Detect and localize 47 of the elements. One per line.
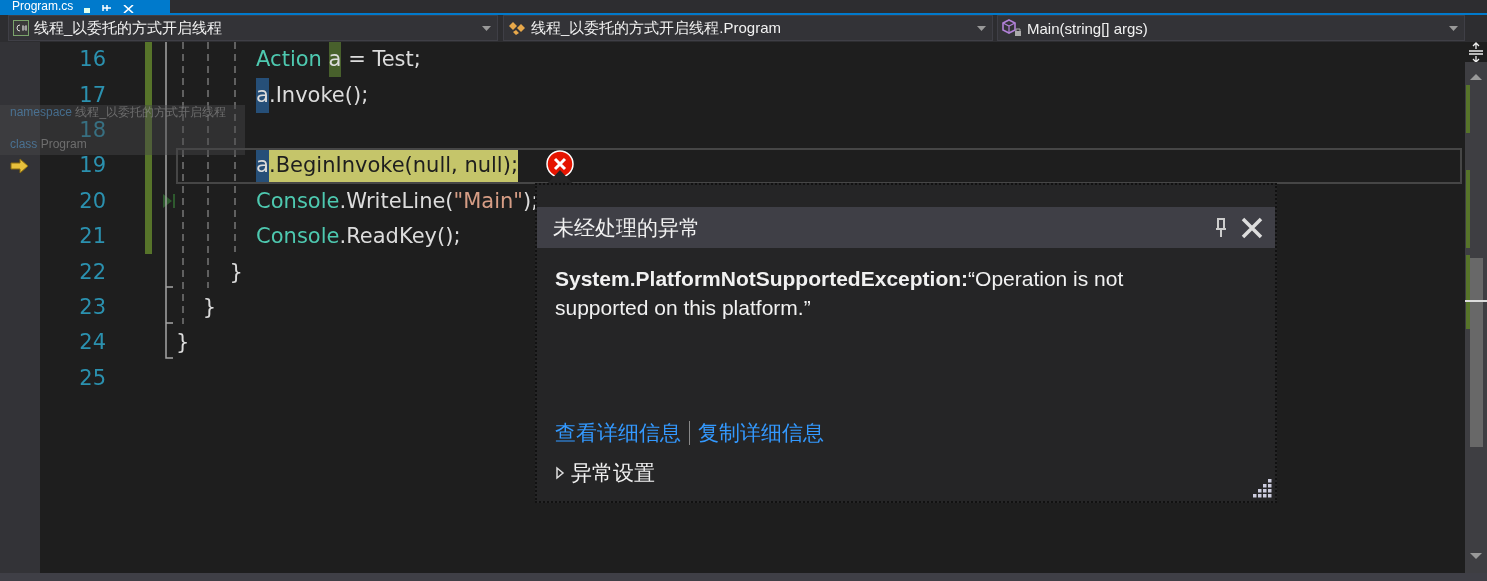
- code-token: Action: [256, 46, 322, 74]
- code-token: Console: [256, 187, 340, 215]
- code-token: .ReadKey();: [339, 223, 461, 251]
- dropdown-caret-icon[interactable]: [482, 25, 491, 31]
- exception-settings-label[interactable]: 异常设置: [571, 459, 655, 487]
- code-token: .BeginInvoke(null, null);: [269, 148, 518, 184]
- code-token: a: [328, 42, 342, 78]
- code-token: .WriteLine(: [339, 187, 454, 215]
- resize-grip-icon[interactable]: [1253, 479, 1273, 499]
- details-link[interactable]: 查看详细信息: [555, 419, 681, 447]
- line-number: 21: [79, 226, 106, 248]
- line-number: 25: [79, 367, 106, 389]
- csharp-file-icon: [13, 20, 29, 36]
- code-token: a: [256, 148, 269, 184]
- class-icon: [508, 20, 526, 36]
- line-number: 20: [79, 190, 106, 212]
- split-handle-icon[interactable]: [1465, 42, 1487, 62]
- navigation-dropdown[interactable]: 线程_以委托的方式开启线程.Program: [503, 15, 993, 41]
- run-to-click-icon[interactable]: [162, 193, 176, 210]
- line-number: 17: [79, 84, 106, 106]
- popup-title: 未经处理的异常: [553, 214, 701, 241]
- details-link[interactable]: 复制详细信息: [698, 419, 824, 447]
- code-token: }: [202, 293, 217, 321]
- dropdown-caret-icon[interactable]: [977, 25, 986, 31]
- code-token: .Invoke();: [269, 81, 369, 109]
- line-number: 23: [79, 296, 106, 318]
- line-number: 22: [79, 261, 106, 283]
- exception-message: System.PlatformNotSupportedException:“Operation is not supported on this platform.”: [555, 266, 1125, 321]
- code-token: a: [256, 77, 269, 113]
- scope-label: class Program: [10, 138, 87, 151]
- navigation-dropdown[interactable]: 线程_以委托的方式开启线程: [8, 15, 498, 41]
- line-number: 18: [79, 119, 106, 141]
- code-token: = Test;: [348, 46, 421, 74]
- code-token: }: [229, 258, 243, 286]
- collapsed-triangle-icon[interactable]: [555, 466, 565, 480]
- dropdown-caret-icon[interactable]: [1449, 25, 1458, 31]
- navigation-dropdown[interactable]: Main(string[] args): [997, 15, 1465, 41]
- error-icon: [546, 150, 574, 178]
- line-number: 16: [79, 49, 106, 71]
- code-token: Console: [256, 223, 340, 251]
- pin-icon[interactable]: [1215, 217, 1227, 238]
- code-token: }: [176, 329, 190, 357]
- line-number: 24: [79, 332, 106, 354]
- code-token: "Main": [453, 187, 523, 215]
- line-number: 19: [79, 155, 106, 177]
- close-icon[interactable]: [1241, 216, 1263, 239]
- method-lock-icon: [1002, 19, 1022, 37]
